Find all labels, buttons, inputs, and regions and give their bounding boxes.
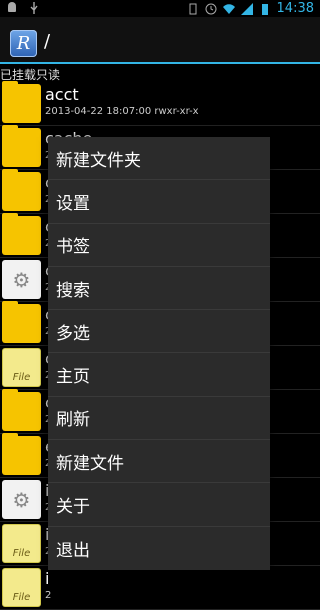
menu-item-new-file[interactable]: 新建文件 bbox=[48, 440, 270, 484]
menu-item-about[interactable]: 关于 bbox=[48, 483, 270, 527]
file-meta: 2 bbox=[45, 590, 52, 601]
menu-item-home[interactable]: 主页 bbox=[48, 353, 270, 397]
settings-file-icon: ⚙ bbox=[2, 480, 41, 519]
status-time: 14:38 bbox=[276, 1, 314, 16]
android-icon bbox=[8, 2, 16, 12]
list-item[interactable]: Filei 2 bbox=[0, 566, 320, 610]
text-file-icon: File bbox=[2, 348, 41, 387]
app-logo-icon[interactable]: R bbox=[10, 30, 37, 57]
vibrate-icon bbox=[189, 3, 197, 14]
options-menu: 新建文件夹 设置 书签 搜索 多选 主页 刷新 新建文件 关于 退出 bbox=[48, 137, 270, 570]
current-path: / bbox=[44, 31, 51, 52]
folder-icon bbox=[2, 125, 41, 167]
text-file-icon: File bbox=[2, 568, 41, 607]
menu-item-multi-select[interactable]: 多选 bbox=[48, 310, 270, 354]
menu-item-settings[interactable]: 设置 bbox=[48, 180, 270, 224]
list-item[interactable]: acct 2013-04-22 18:07:00 rwxr-xr-x bbox=[0, 81, 320, 126]
folder-icon bbox=[2, 301, 41, 343]
menu-item-bookmarks[interactable]: 书签 bbox=[48, 224, 270, 267]
folder-icon bbox=[2, 81, 41, 123]
usb-icon bbox=[30, 2, 38, 14]
folder-icon bbox=[2, 389, 41, 431]
alarm-icon bbox=[205, 3, 217, 14]
settings-file-icon: ⚙ bbox=[2, 260, 41, 299]
folder-icon bbox=[2, 213, 41, 255]
status-bar: 14:38 bbox=[0, 0, 320, 17]
menu-item-exit[interactable]: 退出 bbox=[48, 527, 270, 570]
menu-item-new-folder[interactable]: 新建文件夹 bbox=[48, 137, 270, 181]
wifi-icon bbox=[222, 3, 235, 14]
title-bar: R / bbox=[0, 17, 320, 64]
menu-item-search[interactable]: 搜索 bbox=[48, 267, 270, 311]
file-name: acct bbox=[45, 85, 79, 104]
battery-icon bbox=[261, 3, 268, 15]
signal-icon bbox=[240, 2, 253, 15]
file-name: i bbox=[45, 569, 50, 588]
menu-item-refresh[interactable]: 刷新 bbox=[48, 397, 270, 441]
text-file-icon: File bbox=[2, 524, 41, 563]
folder-icon bbox=[2, 433, 41, 475]
file-meta: 2013-04-22 18:07:00 rwxr-xr-x bbox=[45, 106, 199, 117]
folder-icon bbox=[2, 169, 41, 211]
